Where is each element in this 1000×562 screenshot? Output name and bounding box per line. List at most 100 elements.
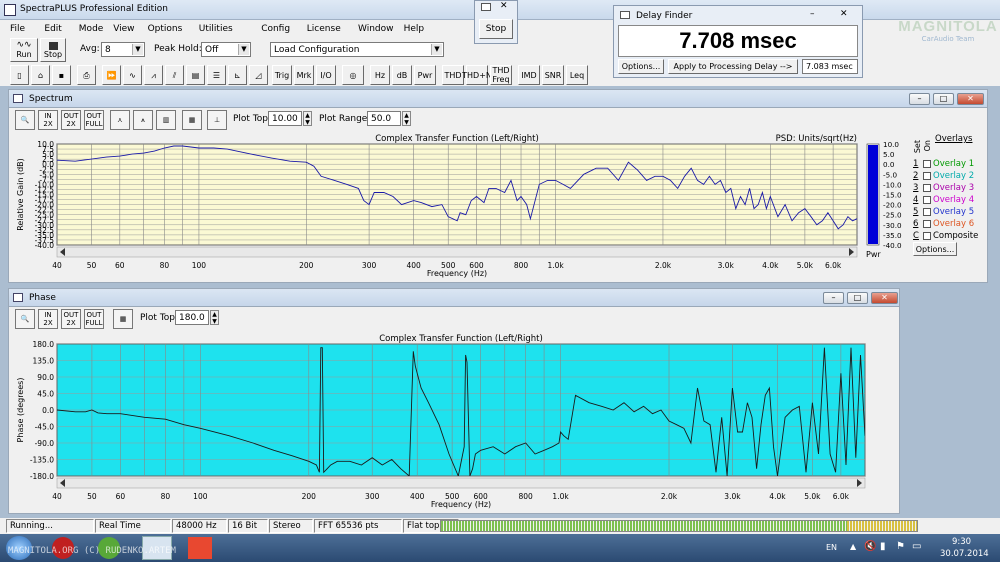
generator-icon[interactable]: ◎ [342, 65, 364, 85]
toolbar-thd-button[interactable]: THD [442, 65, 464, 85]
clock-time[interactable]: 9:30 [952, 537, 971, 547]
save-icon[interactable]: ▪ [52, 65, 71, 85]
overlay-set-button[interactable]: 5 [913, 206, 921, 218]
marker-icon[interactable]: ⊥ [207, 110, 227, 130]
toolbar-hz-button[interactable]: Hz [370, 65, 390, 85]
minimize-button[interactable]: – [909, 93, 930, 105]
overlay-checkbox[interactable] [923, 159, 931, 168]
menu-item-utilities[interactable]: Utilities [199, 24, 233, 34]
network-icon[interactable]: ▮ [880, 541, 886, 552]
toolbar-pwr-button[interactable]: Pwr [414, 65, 436, 85]
avg-select[interactable]: 8 ▼ [101, 42, 145, 57]
spectrum-plot-top-input[interactable]: 10.00 [268, 111, 302, 126]
maximize-button[interactable]: □ [933, 93, 954, 105]
overlay-set-button[interactable]: 1 [913, 158, 921, 170]
toolbar-imd-button[interactable]: IMD [518, 65, 540, 85]
spinner-icon[interactable]: ▲ ▼ [402, 111, 411, 126]
stop-button[interactable]: Stop [40, 38, 66, 62]
bar-plot-icon[interactable]: ▥ [156, 110, 176, 130]
toolbar-trig-button[interactable]: Trig [272, 65, 292, 85]
close-icon[interactable]: ✕ [500, 1, 508, 11]
zoom-in-2x-icon[interactable]: IN 2X [38, 309, 58, 329]
language-indicator[interactable]: EN [826, 543, 837, 552]
horizontal-scrollbar[interactable] [56, 477, 866, 489]
menu-item-options[interactable]: Options [148, 24, 183, 34]
popup-stop-button[interactable]: Stop [479, 19, 513, 39]
spectrogram-icon[interactable]: ▤ [186, 65, 205, 85]
overlay-set-button[interactable]: C [913, 230, 921, 242]
menu-item-mode[interactable]: Mode [79, 24, 104, 34]
list-icon[interactable]: ☰ [207, 65, 226, 85]
toolbar-io-button[interactable]: I/O [316, 65, 336, 85]
scope-icon[interactable]: ⊾ [228, 65, 247, 85]
close-button[interactable]: ✕ [871, 292, 898, 304]
zoom-out-2x-icon[interactable]: OUT 2X [61, 309, 81, 329]
delay-options-button[interactable]: Options... [618, 59, 664, 74]
zoom-out-full-icon[interactable]: OUT FULL [84, 309, 104, 329]
minimize-button[interactable]: – [823, 292, 844, 304]
octave-icon[interactable]: ▦ [113, 309, 133, 329]
overlay-checkbox[interactable] [923, 171, 931, 180]
toolbar-snr-button[interactable]: SNR [542, 65, 564, 85]
line-plot-icon[interactable]: ⋏ [110, 110, 130, 130]
overlay-set-button[interactable]: 4 [913, 194, 921, 206]
overlay-checkbox[interactable] [923, 195, 931, 204]
spectrum-chart[interactable]: Complex Transfer Function (Left/Right) PS… [9, 130, 909, 282]
zoom-icon[interactable]: 🔍 [15, 309, 35, 329]
toolbar-mrk-button[interactable]: Mrk [294, 65, 314, 85]
overlay-set-button[interactable]: 6 [913, 218, 921, 230]
maximize-button[interactable]: □ [847, 292, 868, 304]
flag-icon[interactable]: ⚑ [896, 541, 905, 552]
toolbar-leq-button[interactable]: Leq [566, 65, 588, 85]
zoom-icon[interactable]: 🔍 [15, 110, 35, 130]
toolbar-thd-freq-button[interactable]: THD Freq [490, 65, 512, 85]
waveform-icon[interactable]: ∿ [123, 65, 142, 85]
zoom-in-2x-icon[interactable]: IN 2X [38, 110, 58, 130]
spectrum-plot-range-input[interactable]: 50.0 [367, 111, 401, 126]
close-button[interactable]: ✕ [957, 93, 984, 105]
spinner-icon[interactable]: ▲ ▼ [210, 310, 219, 325]
menu-item-view[interactable]: View [113, 24, 134, 34]
area-plot-icon[interactable]: ⩚ [133, 110, 153, 130]
zoom-out-full-icon[interactable]: OUT FULL [84, 110, 104, 130]
applied-delay-field[interactable]: 7.083 msec [802, 59, 858, 74]
toolbar-thd-n-button[interactable]: THD+N [462, 65, 492, 85]
overlay-checkbox[interactable] [923, 231, 931, 240]
menu-item-edit[interactable]: Edit [44, 24, 61, 34]
octave-icon[interactable]: ▦ [182, 110, 202, 130]
overlay-set-button[interactable]: 2 [913, 170, 921, 182]
tray-arrow-icon[interactable]: ▲ [850, 542, 856, 551]
peak-hold-select[interactable]: Off ▼ [201, 42, 251, 57]
print-icon[interactable]: ⎙ [77, 65, 96, 85]
close-icon[interactable]: ✕ [840, 9, 848, 19]
apply-delay-button[interactable]: Apply to Processing Delay --> [668, 59, 798, 74]
menu-item-window[interactable]: Window [358, 24, 394, 34]
overlay-set-button[interactable]: 3 [913, 182, 921, 194]
overlay-checkbox[interactable] [923, 183, 931, 192]
zoom-out-2x-icon[interactable]: OUT 2X [61, 110, 81, 130]
paint-taskbar-icon[interactable] [188, 537, 212, 559]
toolbar-db-button[interactable]: dB [392, 65, 412, 85]
phase-chart[interactable]: Complex Transfer Function (Left/Right) 18… [9, 329, 899, 513]
menu-item-license[interactable]: License [307, 24, 341, 34]
run-button[interactable]: ∿∿ Run [10, 38, 38, 62]
menu-item-file[interactable]: File [10, 24, 25, 34]
volume-muted-icon[interactable]: 🔇 [864, 541, 876, 552]
minimize-icon[interactable]: – [810, 9, 815, 19]
menu-item-config[interactable]: Config [261, 24, 290, 34]
clock-date[interactable]: 30.07.2014 [940, 549, 989, 559]
phase-plot-top-input[interactable]: 180.0 [175, 310, 209, 325]
overlay-options-button[interactable]: Options... [913, 242, 957, 256]
filter-icon[interactable]: ⫽ [165, 65, 184, 85]
spinner-icon[interactable]: ▲ ▼ [303, 111, 312, 126]
meter-icon[interactable]: ◿ [249, 65, 268, 85]
config-select[interactable]: Load Configuration ▼ [270, 42, 444, 57]
signal-icon[interactable]: ⩘ [144, 65, 163, 85]
menu-item-help[interactable]: Help [404, 24, 425, 34]
overlay-checkbox[interactable] [923, 219, 931, 228]
horizontal-scrollbar[interactable] [56, 246, 858, 258]
open-folder-icon[interactable]: ⌂ [31, 65, 50, 85]
ffwd-icon[interactable]: ⏩ [102, 65, 121, 85]
overlay-checkbox[interactable] [923, 207, 931, 216]
battery-icon[interactable]: ▭ [912, 541, 921, 552]
